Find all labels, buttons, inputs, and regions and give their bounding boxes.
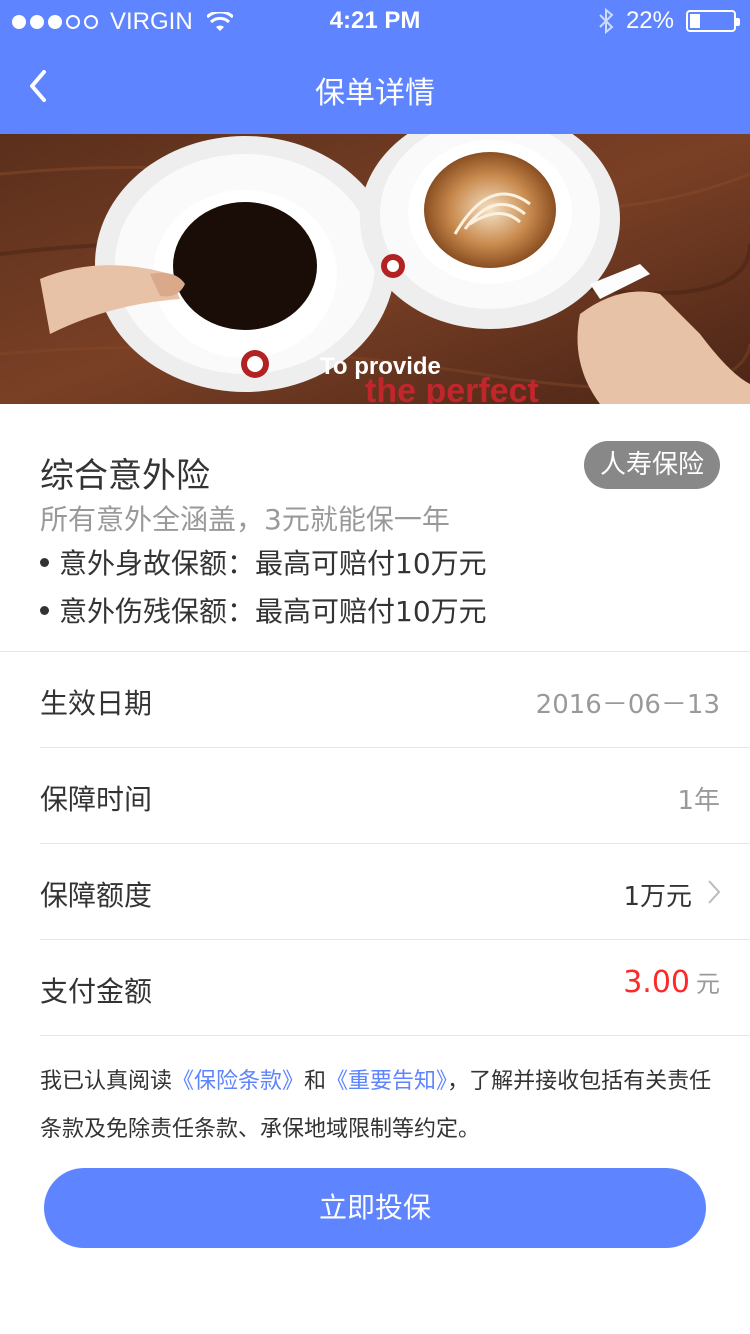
banner-image: To provide the perfect: [0, 134, 750, 404]
buy-now-button[interactable]: 立即投保: [44, 1168, 706, 1248]
effective-date-row[interactable]: 生效日期 2016－06－13: [40, 652, 750, 748]
row-label: 保障时间: [40, 783, 153, 816]
nav-bar: 保单详情: [0, 40, 750, 134]
battery-percent: 22%: [625, 7, 674, 34]
currency-unit: 元: [696, 970, 720, 998]
row-label: 生效日期: [40, 687, 153, 720]
coverage-amount-row[interactable]: 保障额度 1万元: [40, 844, 750, 940]
important-notice-link[interactable]: 《重要告知》: [326, 1069, 447, 1094]
battery-icon: [686, 10, 740, 32]
payment-amount-value: 3.00: [623, 965, 690, 1000]
notice-text: 我已认真阅读: [40, 1069, 173, 1094]
payment-amount: 3.00 元: [623, 964, 720, 1000]
bluetooth-icon: [599, 8, 614, 34]
coverage-amount-value: 1万元: [623, 882, 692, 912]
coverage-bullet: 意外身故保额：最高可赔付10万元: [40, 542, 487, 582]
coverage-period-value: 1年: [677, 786, 720, 816]
bullet-dot: [40, 605, 49, 615]
coverage-bullet: 意外伤残保额：最高可赔付10万元: [40, 590, 487, 630]
insurance-type-badge: 人寿保险: [583, 441, 720, 489]
agreement-notice: 我已认真阅读《保险条款》和《重要告知》，了解并接收包括有关责任条款及免除责任条款…: [40, 1058, 720, 1154]
coverage-bullet-text: 意外身故保额：最高可赔付10万元: [59, 547, 487, 580]
notice-text: 和: [304, 1069, 327, 1094]
policy-details-list: 生效日期 2016－06－13 保障时间 1年 保障额度 1万元 支付金额 3.…: [40, 652, 750, 1036]
banner-tagline: the perfect: [365, 372, 539, 404]
chevron-right-icon: [708, 880, 721, 904]
bullet-dot: [40, 557, 49, 567]
product-summary: 综合意外险 人寿保险 所有意外全涵盖，3元就能保一年 意外身故保额：最高可赔付1…: [0, 404, 750, 652]
row-label: 支付金额: [40, 975, 153, 1008]
row-label: 保障额度: [40, 879, 153, 912]
effective-date-value: 2016－06－13: [535, 690, 720, 720]
coffee-banner-illustration: To provide the perfect: [0, 134, 750, 404]
coverage-bullet-text: 意外伤残保额：最高可赔付10万元: [59, 595, 487, 628]
status-bar: VIRGIN 4:21 PM 22%: [0, 0, 750, 40]
payment-amount-row: 支付金额 3.00 元: [40, 940, 750, 1036]
product-subtitle: 所有意外全涵盖，3元就能保一年: [40, 503, 450, 536]
coverage-period-row: 保障时间 1年: [40, 748, 750, 844]
product-name: 综合意外险: [40, 456, 210, 496]
page-title: 保单详情: [315, 76, 435, 111]
policy-terms-link[interactable]: 《保险条款》: [172, 1069, 304, 1094]
